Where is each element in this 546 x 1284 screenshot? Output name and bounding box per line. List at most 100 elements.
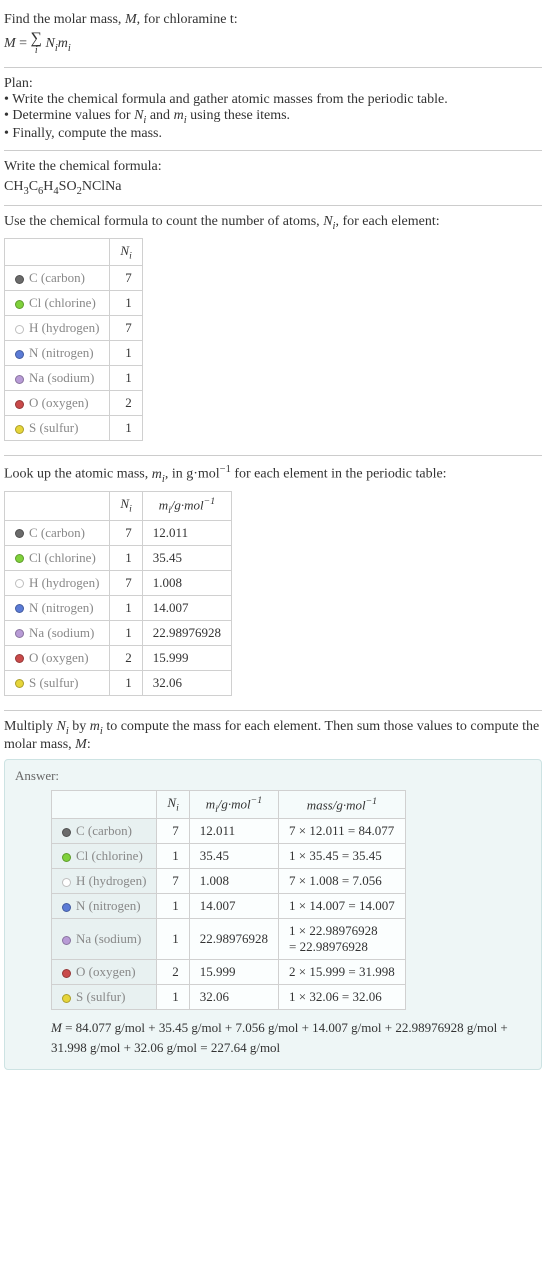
lkm: m bbox=[159, 497, 168, 512]
plan-section: Plan: • Write the chemical formula and g… bbox=[4, 68, 542, 151]
element-cell: Na (sodium) bbox=[52, 919, 157, 960]
count-title: Use the chemical formula to count the nu… bbox=[4, 214, 542, 232]
amn: −1 bbox=[251, 795, 262, 806]
var-Ni3: Ni bbox=[57, 719, 69, 734]
table-row: H (hydrogen)7 bbox=[5, 316, 143, 341]
N-value: 1 bbox=[110, 341, 142, 366]
table-row: N (nitrogen)1 bbox=[5, 341, 143, 366]
plan-b2c: using these items. bbox=[187, 108, 290, 123]
element-bullet-icon bbox=[15, 529, 24, 538]
N-value: 1 bbox=[110, 670, 142, 695]
table-row: Cl (chlorine)1 bbox=[5, 291, 143, 316]
an: N bbox=[167, 795, 176, 810]
mass-value: 7 × 1.008 = 7.056 bbox=[279, 869, 406, 894]
final-text: = 84.077 g/mol + 35.45 g/mol + 7.056 g/m… bbox=[51, 1020, 508, 1055]
lk-blank bbox=[5, 491, 110, 520]
element-cell: N (nitrogen) bbox=[52, 894, 157, 919]
lookup-section: Look up the atomic mass, mi, in g·mol−1 … bbox=[4, 456, 542, 710]
N-value: 1 bbox=[110, 595, 142, 620]
table-row: C (carbon)712.011 bbox=[5, 520, 232, 545]
m-value: 12.011 bbox=[189, 819, 278, 844]
mass-value: 1 × 22.98976928= 22.98976928 bbox=[279, 919, 406, 960]
element-bullet-icon bbox=[62, 878, 71, 887]
table-row: S (sulfur)132.06 bbox=[5, 670, 232, 695]
N-value: 1 bbox=[110, 620, 142, 645]
m-value: 35.45 bbox=[142, 545, 231, 570]
ani: i bbox=[176, 803, 179, 814]
var-N: N bbox=[45, 36, 54, 51]
table-row: S (sulfur)132.061 × 32.06 = 32.06 bbox=[52, 985, 406, 1010]
N-value: 1 bbox=[157, 894, 189, 919]
element-bullet-icon bbox=[15, 604, 24, 613]
lk-tc: for each element in the periodic table: bbox=[231, 467, 447, 482]
count-N-hdr: Ni bbox=[110, 238, 142, 266]
answer-box: Answer: Ni mi/g·mol−1 mass/g·mol−1 C (ca… bbox=[4, 759, 542, 1071]
plan-title: Plan: bbox=[4, 76, 542, 92]
N-value: 1 bbox=[157, 919, 189, 960]
lku: /g·mol bbox=[171, 497, 204, 512]
table-row: H (hydrogen)71.008 bbox=[5, 570, 232, 595]
m-value: 1.008 bbox=[142, 570, 231, 595]
m-value: 32.06 bbox=[189, 985, 278, 1010]
N-value: 7 bbox=[157, 819, 189, 844]
plan-bullet-2: • Determine values for Ni and mi using t… bbox=[4, 108, 542, 126]
table-row: N (nitrogen)114.007 bbox=[5, 595, 232, 620]
element-bullet-icon bbox=[15, 425, 24, 434]
N-value: 2 bbox=[157, 960, 189, 985]
table-row: H (hydrogen)71.0087 × 1.008 = 7.056 bbox=[52, 869, 406, 894]
element-cell: N (nitrogen) bbox=[5, 595, 110, 620]
element-cell: C (carbon) bbox=[5, 266, 110, 291]
element-cell: O (oxygen) bbox=[5, 391, 110, 416]
final-M: M bbox=[51, 1020, 62, 1035]
intro-text-b: , for chloramine t: bbox=[137, 12, 238, 27]
element-bullet-icon bbox=[15, 275, 24, 284]
ans-mass-hdr: mass/g·mol−1 bbox=[279, 790, 406, 819]
mass-value: 1 × 32.06 = 32.06 bbox=[279, 985, 406, 1010]
m-value: 15.999 bbox=[189, 960, 278, 985]
multiply-section: Multiply Ni by mi to compute the mass fo… bbox=[4, 711, 542, 1079]
N-value: 7 bbox=[110, 520, 142, 545]
lk-N-hdr: Ni bbox=[110, 491, 142, 520]
N-value: 1 bbox=[110, 545, 142, 570]
N-value: 1 bbox=[110, 416, 142, 441]
count-tb: , for each element: bbox=[335, 214, 439, 229]
am: m bbox=[206, 796, 215, 811]
mass-value: 1 × 35.45 = 35.45 bbox=[279, 844, 406, 869]
final-equation: M = 84.077 g/mol + 35.45 g/mol + 7.056 g… bbox=[51, 1018, 531, 1057]
element-cell: C (carbon) bbox=[52, 819, 157, 844]
element-cell: Cl (chlorine) bbox=[5, 291, 110, 316]
element-cell: H (hydrogen) bbox=[5, 570, 110, 595]
table-row: O (oxygen)2 bbox=[5, 391, 143, 416]
mt-b: by bbox=[69, 719, 90, 734]
element-cell: S (sulfur) bbox=[52, 985, 157, 1010]
N-value: 1 bbox=[157, 844, 189, 869]
count-blank-hdr bbox=[5, 238, 110, 266]
element-cell: H (hydrogen) bbox=[5, 316, 110, 341]
intro-text-a: Find the molar mass, bbox=[4, 12, 125, 27]
element-cell: Na (sodium) bbox=[5, 366, 110, 391]
element-bullet-icon bbox=[62, 903, 71, 912]
element-bullet-icon bbox=[15, 654, 24, 663]
N-value: 7 bbox=[110, 266, 142, 291]
lk-ta: Look up the atomic mass, bbox=[4, 467, 152, 482]
var-mi3: mi bbox=[90, 719, 103, 734]
element-cell: S (sulfur) bbox=[5, 416, 110, 441]
hdr-N: N bbox=[120, 243, 129, 258]
cf2: C bbox=[29, 179, 38, 194]
mt-d: : bbox=[87, 737, 91, 752]
var-M: M bbox=[125, 12, 137, 27]
element-bullet-icon bbox=[15, 300, 24, 309]
amu: /g·mol bbox=[218, 796, 251, 811]
lookup-title: Look up the atomic mass, mi, in g·mol−1 … bbox=[4, 464, 542, 484]
element-bullet-icon bbox=[15, 350, 24, 359]
table-row: C (carbon)712.0117 × 12.011 = 84.077 bbox=[52, 819, 406, 844]
table-row: Na (sodium)1 bbox=[5, 366, 143, 391]
amh: mass/g·mol bbox=[307, 797, 366, 812]
element-bullet-icon bbox=[15, 375, 24, 384]
N-value: 1 bbox=[157, 985, 189, 1010]
m-value: 22.98976928 bbox=[142, 620, 231, 645]
count-table: Ni C (carbon)7Cl (chlorine)1H (hydrogen)… bbox=[4, 238, 143, 442]
m-value: 32.06 bbox=[142, 670, 231, 695]
lookup-table: Ni mi/g·mol−1 C (carbon)712.011Cl (chlor… bbox=[4, 491, 232, 696]
element-bullet-icon bbox=[62, 936, 71, 945]
